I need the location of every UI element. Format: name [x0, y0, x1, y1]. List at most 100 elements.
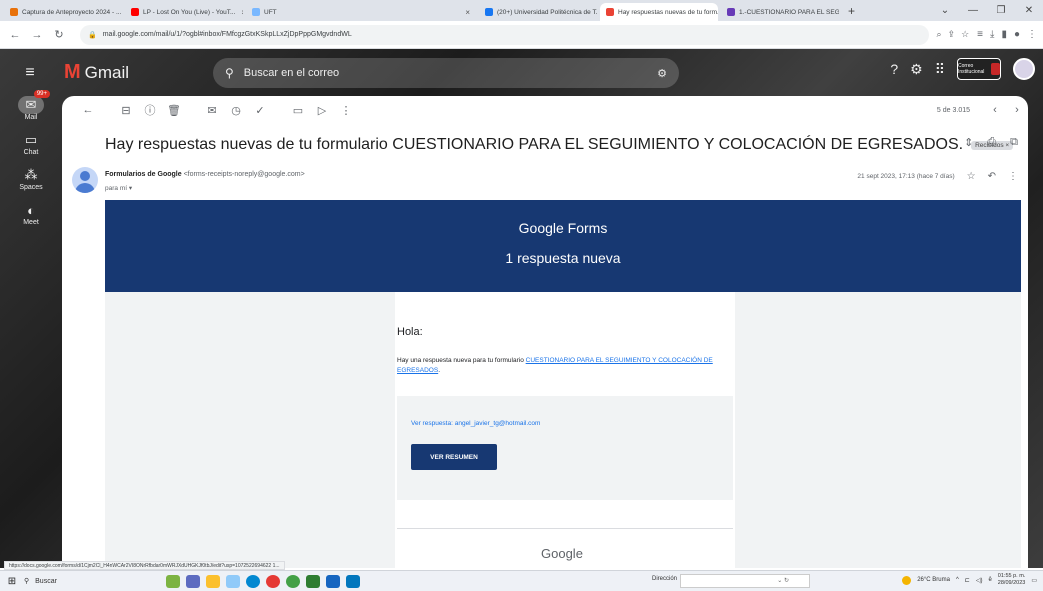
clock[interactable]: 01:55 p. m. 28/09/2023 [998, 573, 1026, 587]
weather-icon[interactable] [902, 575, 912, 585]
avatar[interactable] [1013, 58, 1035, 80]
volume-icon[interactable]: ◁) [976, 577, 983, 584]
help-icon[interactable]: ? [890, 61, 898, 77]
sender-name[interactable]: Formularios de Google [105, 171, 182, 178]
search-options-icon[interactable]: ⚙ [657, 67, 667, 80]
language-icon[interactable]: ê [988, 577, 991, 583]
divider [397, 528, 733, 529]
chrome-icon[interactable] [266, 574, 280, 588]
file-explorer-icon[interactable] [206, 574, 220, 588]
share-icon[interactable]: ⇪ [948, 29, 956, 40]
mark-unread-icon[interactable]: ✉ [200, 104, 224, 117]
taskbar-search[interactable]: ⚲ Buscar [24, 577, 136, 586]
bookmark-star-icon[interactable]: ☆ [961, 29, 969, 40]
recipient-line[interactable]: para mí ▾ [105, 184, 132, 192]
expand-all-icon[interactable]: ⇕ [964, 136, 973, 149]
rail-item-spaces[interactable]: ⁂ Spaces [0, 166, 62, 191]
chat-icon: ▭ [24, 132, 38, 147]
reply-icon[interactable]: ↶ [988, 171, 996, 182]
url-field[interactable]: 🔒 mail.google.com/mail/u/1/?ogbl#inbox/F… [80, 24, 929, 45]
add-task-icon[interactable]: ✓ [248, 104, 272, 117]
account-badge[interactable]: Correo Institucional [957, 58, 1001, 80]
report-spam-icon[interactable]: ⓘ [138, 102, 162, 118]
task-view-icon[interactable] [186, 574, 200, 588]
photos-icon[interactable] [346, 574, 360, 588]
print-icon[interactable]: ⎙ [987, 136, 996, 149]
close-window-button[interactable]: ✕ [1015, 5, 1043, 16]
browser-tab[interactable]: UFT × [246, 3, 476, 21]
status-url-bubble: https://docs.google.com/forms/d/1Cjm2Cl_… [4, 561, 285, 570]
browser-menu-icon[interactable]: ⋮ [1027, 29, 1037, 40]
rail-item-mail[interactable]: ✉ 99+ Mail [0, 90, 62, 121]
taskbar-apps [166, 574, 360, 588]
gmail-logo[interactable]: M Gmail [64, 61, 129, 84]
more-options-icon[interactable]: ⋮ [334, 104, 358, 117]
side-panel-icon[interactable]: ▮ [1001, 29, 1007, 40]
window-controls: ⌄ — ❐ ✕ [931, 0, 1043, 21]
rail-label-spaces: Spaces [19, 184, 43, 191]
snooze-icon[interactable]: ◷ [224, 104, 248, 117]
more-message-options-icon[interactable]: ⋮ [1008, 171, 1018, 182]
browser-tab[interactable]: LP - Lost On You (Live) - YouT...× [125, 3, 243, 21]
minimize-button[interactable]: — [959, 5, 987, 16]
widgets-icon[interactable] [166, 574, 180, 588]
pagination-count: 5 de 3.015 [936, 106, 970, 114]
edge-icon[interactable] [246, 574, 260, 588]
screen: Captura de Anteproyecto 2024 - ...×LP - … [0, 0, 1043, 591]
browser-tab[interactable]: Hay respuestas nuevas de tu form...× [600, 3, 718, 21]
tab-favicon-icon [252, 8, 260, 16]
store-icon[interactable] [226, 574, 240, 588]
profile-icon[interactable]: ● [1014, 29, 1020, 40]
newer-icon[interactable]: ‹ [984, 104, 1006, 116]
address-toolbar-input[interactable]: ⌄ ↻ [680, 574, 810, 588]
older-icon[interactable]: › [1006, 104, 1028, 116]
back-icon[interactable]: ← [6, 29, 24, 41]
reload-icon[interactable]: ↻ [50, 28, 68, 41]
excel-icon[interactable] [306, 574, 320, 588]
view-summary-button[interactable]: VER RESUMEN [411, 444, 497, 470]
zoom-icon[interactable]: ⌕ [937, 29, 942, 40]
view-response-link[interactable]: Ver respuesta: angel_javier_tg@hotmail.c… [411, 420, 540, 427]
browser-tab[interactable]: Captura de Anteproyecto 2024 - ...× [4, 3, 122, 21]
search-bar[interactable]: ⚲ Buscar en el correo ⚙ [213, 58, 679, 88]
subject-row: Hay respuestas nuevas de tu formulario C… [105, 136, 1014, 154]
account-badge-text: Correo Institucional [958, 63, 985, 75]
main-menu-icon[interactable]: ≡ [10, 64, 50, 82]
rail-item-meet[interactable]: ◐ Meet [0, 201, 62, 227]
sender-avatar[interactable] [72, 167, 98, 193]
delete-icon[interactable]: 🗑 [162, 104, 186, 117]
rail-item-chat[interactable]: ▭ Chat [0, 131, 62, 156]
new-tab-button[interactable]: + [842, 3, 861, 21]
move-to-icon[interactable]: ▭ [286, 104, 310, 117]
close-tab-icon[interactable]: × [459, 8, 470, 17]
download-icon[interactable]: ⤓ [990, 29, 994, 40]
maximize-button[interactable]: ❐ [987, 5, 1015, 16]
tab-list-icon[interactable]: ≡ [977, 29, 983, 40]
notifications-icon[interactable]: ▭ [1031, 577, 1037, 584]
chrome-profile-icon[interactable] [286, 574, 300, 588]
lock-icon[interactable]: 🔒 [88, 31, 97, 39]
apps-grid-icon[interactable]: ⠿ [935, 61, 945, 78]
windows-start-icon[interactable]: ⊞ [0, 576, 24, 587]
browser-tab[interactable]: (20+) Universidad Politécnica de T...× [479, 3, 597, 21]
close-tab-icon[interactable]: × [235, 8, 243, 17]
browser-tab[interactable]: 1.-CUESTIONARIO PARA EL SEGUIM...× [721, 3, 839, 21]
network-icon[interactable]: ⊏ [965, 577, 970, 584]
url-text: mail.google.com/mail/u/1/?ogbl#inbox/FMf… [102, 31, 352, 38]
show-hidden-icons-icon[interactable]: ^ [956, 577, 959, 583]
back-to-inbox-icon[interactable]: ← [76, 104, 100, 116]
word-icon[interactable] [326, 574, 340, 588]
tab-label: Hay respuestas nuevas de tu form... [618, 8, 718, 16]
settings-gear-icon[interactable]: ⚙ [910, 61, 923, 78]
close-tab-icon[interactable]: × [121, 8, 122, 17]
google-forms-brand: Google Forms [105, 220, 1021, 236]
label-icon[interactable]: ▷ [310, 104, 334, 117]
archive-icon[interactable]: ⊟ [114, 104, 138, 117]
star-icon[interactable]: ☆ [967, 171, 976, 182]
tab-search-icon[interactable]: ⌄ [931, 5, 959, 16]
search-input[interactable]: Buscar en el correo [244, 67, 339, 79]
weather-text[interactable]: 26°C Bruma [917, 577, 950, 583]
open-new-window-icon[interactable]: ⧉ [1010, 136, 1018, 149]
search-icon[interactable]: ⚲ [225, 66, 234, 80]
forward-icon[interactable]: → [28, 29, 46, 41]
